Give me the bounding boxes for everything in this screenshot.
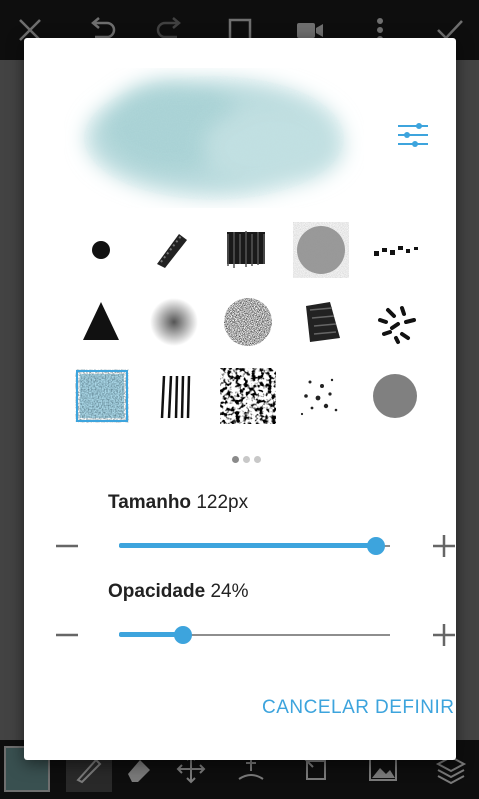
opacity-label-row: Opacidade 24%: [108, 581, 248, 603]
opacity-slider-thumb[interactable]: [174, 626, 192, 644]
opacity-decrease-button[interactable]: [52, 620, 82, 650]
size-decrease-button[interactable]: [52, 531, 82, 561]
brush-settings-icon[interactable]: [394, 120, 432, 150]
pager-dot[interactable]: [243, 456, 250, 463]
speckle-brush-icon[interactable]: [292, 368, 348, 424]
triangle-brush-icon[interactable]: [73, 294, 129, 350]
spray-brush-icon[interactable]: [220, 294, 276, 350]
confirm-button[interactable]: DEFINIR: [375, 697, 455, 719]
size-label: Tamanho: [108, 492, 192, 513]
opacity-increase-button[interactable]: [429, 620, 459, 650]
brush-preview: [84, 76, 344, 200]
brush-settings-dialog: Tamanho 122px Opacidade 24% CANCELAR DEF…: [24, 38, 456, 760]
size-slider-thumb[interactable]: [367, 537, 385, 555]
texture-square-brush-icon[interactable]: [74, 368, 130, 424]
lines-brush-icon[interactable]: [146, 368, 202, 424]
cancel-button[interactable]: CANCELAR: [262, 697, 369, 719]
size-increase-button[interactable]: [429, 531, 459, 561]
splatter-brush-icon[interactable]: [220, 368, 276, 424]
dotted-line-brush-icon[interactable]: [368, 222, 424, 278]
size-value: 122px: [196, 492, 249, 513]
gray-circle-brush-icon[interactable]: [367, 368, 423, 424]
noise-circle-brush-icon[interactable]: [293, 222, 349, 278]
scatter-brush-icon[interactable]: [368, 294, 424, 350]
pager-dot[interactable]: [232, 456, 239, 463]
charcoal-brush-icon[interactable]: [218, 222, 274, 278]
rough-brush-icon[interactable]: [292, 294, 348, 350]
opacity-label: Opacidade: [108, 581, 206, 602]
pager-dot[interactable]: [254, 456, 261, 463]
soft-round-brush-icon[interactable]: [146, 294, 202, 350]
opacity-value: 24%: [210, 581, 249, 602]
chalk-brush-icon[interactable]: [143, 222, 199, 278]
size-label-row: Tamanho 122px: [108, 492, 248, 514]
round-hard-brush-icon[interactable]: [73, 222, 129, 278]
brush-pager[interactable]: [232, 456, 261, 463]
size-slider-fill: [119, 543, 376, 548]
